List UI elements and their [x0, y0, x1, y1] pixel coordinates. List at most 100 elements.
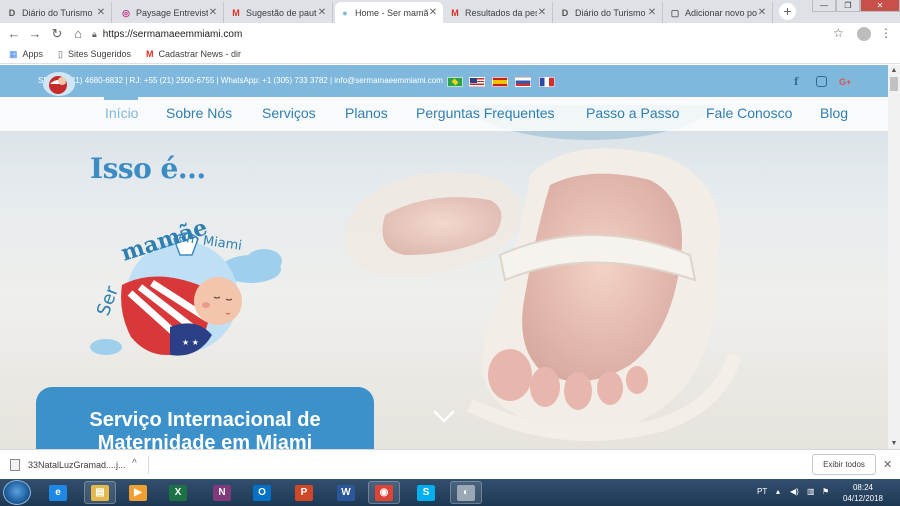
gmail-icon: M [146, 49, 154, 59]
flag-spain-icon[interactable] [492, 77, 508, 87]
language-indicator[interactable]: PT [757, 487, 767, 496]
taskbar-word-icon[interactable]: W [330, 481, 362, 504]
browser-tab[interactable]: ◎ Paysage Entrevista ✕ [116, 2, 224, 23]
show-all-downloads-button[interactable]: Exibir todos [812, 454, 876, 475]
network-icon[interactable]: ▥ [807, 487, 815, 496]
instagram-icon[interactable] [816, 76, 827, 87]
banner-line-2: Maternidade em Miami [97, 432, 313, 449]
explorer-glyph: ▤ [91, 484, 109, 501]
nav-item[interactable]: Fale Conosco [706, 105, 792, 121]
tab-close-icon[interactable]: ✕ [647, 7, 657, 18]
download-filename: 33NatalLuzGramad....j... [28, 460, 126, 470]
tray-arrow-icon[interactable]: ▴ [776, 487, 780, 496]
site-logo-small[interactable] [38, 68, 80, 98]
nav-item[interactable]: Sobre Nós [166, 105, 232, 121]
taskbar-ie-icon[interactable]: e [42, 481, 74, 504]
window-close-button[interactable]: ✕ [860, 0, 900, 12]
profile-avatar-icon[interactable] [857, 27, 871, 41]
taskbar-outlook-icon[interactable]: O [246, 481, 278, 504]
page-icon: ▯ [58, 48, 63, 59]
download-bar: 33NatalLuzGramad....j... ^ Exibir todos … [0, 449, 900, 479]
minimize-button[interactable]: — [812, 0, 836, 12]
flag-brazil-icon[interactable] [447, 77, 463, 87]
url-text: https://sermamaeemmiami.com [102, 28, 243, 40]
scroll-down-arrow-icon[interactable]: ▼ [888, 440, 900, 447]
flag-usa-icon[interactable] [469, 77, 485, 87]
taskbar-media-icon[interactable]: ▶ [122, 481, 154, 504]
browser-tab[interactable]: M Resultados da pesq ✕ [445, 2, 553, 23]
start-button[interactable] [3, 480, 31, 505]
bookmark-label: Apps [22, 49, 44, 59]
logo-ser: Ser [93, 283, 123, 319]
scrollbar-thumb[interactable] [890, 77, 898, 91]
tab-close-icon[interactable]: ✕ [96, 7, 106, 18]
nav-item[interactable]: Planos [345, 105, 388, 121]
reload-icon[interactable]: ↻ [49, 26, 65, 42]
nav-item[interactable]: Passo a Passo [586, 105, 679, 121]
bookmark-label: Cadastrar News - dir [158, 49, 242, 59]
forward-arrow-icon[interactable]: → [27, 26, 43, 42]
taskbar-excel-icon[interactable]: X [162, 481, 194, 504]
close-download-bar-icon[interactable]: ✕ [883, 458, 892, 471]
maximize-button[interactable]: ❐ [836, 0, 860, 12]
taskbar-skype-icon[interactable]: S [410, 481, 442, 504]
web-page: SP: +55 (11) 4680-6832 | RJ: +55 (21) 25… [0, 65, 888, 449]
bookmark-star-icon[interactable]: ☆ [833, 26, 844, 40]
clock-time: 08:24 [852, 483, 874, 492]
bookmark-apps[interactable]: ▦ Apps [9, 49, 43, 60]
flag-france-icon[interactable] [539, 77, 555, 87]
tab-favicon-icon: ▢ [670, 7, 680, 18]
scroll-down-chevron-icon[interactable] [432, 409, 456, 423]
chevron-up-icon[interactable]: ^ [132, 458, 137, 469]
windows-taskbar: e ▤ ▶ X N O P W ◉ S ◐ PT ▴ ◀) ▥ ⚑ 08:24 04/12/2018 [0, 479, 900, 506]
browser-tab[interactable]: ● Home - Ser mamãe ✕ [335, 2, 443, 23]
ie-glyph: e [49, 484, 67, 501]
browser-tab[interactable]: D Diário do Turismo ✕ [555, 2, 663, 23]
tab-close-icon[interactable]: ✕ [208, 7, 218, 18]
nav-item[interactable]: Perguntas Frequentes [416, 105, 555, 121]
ser-mamae-em-miami-logo: ★ ★ Ser mamãe em Miami [90, 214, 282, 356]
lock-icon: 🔒︎ [92, 28, 97, 39]
back-arrow-icon[interactable]: ← [6, 26, 22, 42]
url-field[interactable]: 🔒︎ https://sermamaeemmiami.com [92, 25, 852, 43]
window-controls: — ❐ ✕ [812, 0, 900, 12]
new-tab-button[interactable]: + [779, 3, 796, 20]
tab-close-icon[interactable]: ✕ [428, 7, 438, 18]
taskbar-disk-icon[interactable]: ◐ [450, 481, 482, 504]
disk-glyph: ◐ [457, 484, 475, 501]
browser-tab[interactable]: D Diário do Turismo ✕ [2, 2, 112, 23]
google-plus-icon[interactable]: G+ [839, 77, 851, 87]
action-center-icon[interactable]: ⚑ [822, 487, 829, 496]
home-icon[interactable]: ⌂ [70, 26, 86, 42]
flag-russia-icon[interactable] [515, 77, 531, 87]
nav-item[interactable]: Serviços [262, 105, 316, 121]
chrome-glyph: ◉ [375, 484, 393, 501]
tab-close-icon[interactable]: ✕ [317, 7, 327, 18]
bookmark-cadastrar-news[interactable]: M Cadastrar News - dir [146, 49, 241, 59]
excel-glyph: X [169, 484, 187, 501]
download-item[interactable]: 33NatalLuzGramad....j... [10, 459, 126, 471]
word-glyph: W [337, 484, 355, 501]
outlook-glyph: O [253, 484, 271, 501]
nav-item[interactable]: Blog [820, 105, 848, 121]
nav-item[interactable]: Início [105, 105, 138, 121]
tab-close-icon[interactable]: ✕ [537, 7, 547, 18]
page-scrollbar[interactable]: ▲ ▼ [888, 65, 900, 449]
tab-close-icon[interactable]: ✕ [757, 7, 767, 18]
tab-favicon-icon: M [451, 7, 459, 18]
kebab-menu-icon[interactable]: ⋮ [880, 26, 892, 40]
image-file-icon [10, 459, 20, 471]
taskbar-explorer-icon[interactable]: ▤ [84, 481, 116, 504]
browser-tab[interactable]: ▢ Adicionar novo pos ✕ [665, 2, 773, 23]
scroll-up-arrow-icon[interactable]: ▲ [888, 67, 900, 74]
taskbar-powerpoint-icon[interactable]: P [288, 481, 320, 504]
taskbar-chrome-icon[interactable]: ◉ [368, 481, 400, 504]
tab-favicon-icon: D [561, 7, 569, 18]
tab-favicon-icon: D [8, 7, 16, 18]
browser-tab[interactable]: M Sugestão de pauta ✕ [226, 2, 333, 23]
facebook-icon[interactable]: f [794, 77, 798, 88]
system-clock[interactable]: 08:24 04/12/2018 [840, 482, 886, 504]
bookmark-sites-sugeridos[interactable]: ▯ Sites Sugeridos [58, 49, 131, 60]
volume-icon[interactable]: ◀) [790, 487, 799, 496]
taskbar-onenote-icon[interactable]: N [206, 481, 238, 504]
